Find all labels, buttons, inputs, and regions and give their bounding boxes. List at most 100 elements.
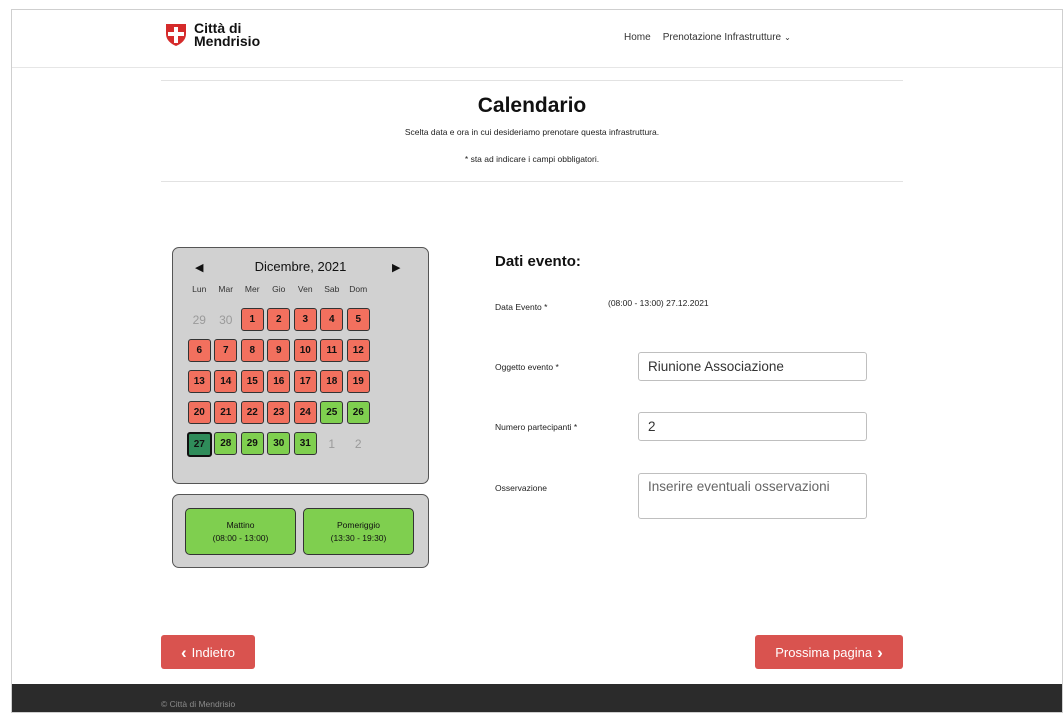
calendar-cell: 15 <box>239 370 266 401</box>
calendar-day-selected[interactable]: 27 <box>186 432 212 457</box>
calendar-weekdays: Lun Mar Mer Gio Ven Sab Dom <box>186 284 372 294</box>
calendar-cell: 2 <box>266 308 293 339</box>
calendar-day[interactable]: 9 <box>267 339 291 362</box>
shield-logo-icon <box>166 24 186 46</box>
slot-morning-time: (08:00 - 13:00) <box>212 533 269 543</box>
calendar-day[interactable]: 13 <box>187 370 211 393</box>
required-note: * sta ad indicare i campi obbligatori. <box>464 154 600 164</box>
notes-textarea[interactable] <box>638 473 867 519</box>
divider <box>161 80 903 81</box>
calendar-grid: 29 30 1 2 3 4 5 6 7 8 9 10 11 12 13 14 15 16 17 18 19 20 21 22 2… <box>186 308 372 463</box>
next-month-icon[interactable]: ▶ <box>392 261 400 274</box>
calendar-cell: 31 <box>292 432 319 463</box>
calendar-day[interactable]: 20 <box>187 401 211 424</box>
calendar-day[interactable]: 23 <box>267 401 291 424</box>
site-logo[interactable]: Città di Mendrisio <box>164 21 261 49</box>
calendar-day[interactable]: 3 <box>293 308 317 331</box>
calendar-cell: 16 <box>266 370 293 401</box>
chevron-down-icon: ⌄ <box>784 33 791 42</box>
calendar-day[interactable]: 2 <box>267 308 291 331</box>
calendar-cell: 9 <box>266 339 293 370</box>
navbar: Città di Mendrisio Home Prenotazione Inf… <box>12 10 1062 68</box>
calendar-day[interactable]: 6 <box>187 339 211 362</box>
calendar-day[interactable]: 25 <box>320 401 344 424</box>
next-button-label: Prossima pagina <box>775 644 873 660</box>
calendar-day[interactable]: 15 <box>240 370 264 393</box>
calendar-day[interactable]: 21 <box>214 401 238 424</box>
weekday-label: Ven <box>297 284 313 294</box>
weekday-label: Sab <box>324 284 340 294</box>
calendar-cell: 8 <box>239 339 266 370</box>
calendar-cell: 3 <box>292 308 319 339</box>
calendar-day[interactable]: 8 <box>240 339 264 362</box>
page-subtitle: Scelta data e ora in cui desideriamo pre… <box>404 127 660 137</box>
slot-afternoon-name: Pomeriggio <box>337 520 380 530</box>
calendar-day[interactable]: 30 <box>267 432 291 455</box>
nav-booking-label: Prenotazione Infrastrutture <box>662 32 782 43</box>
calendar-cell: 29 <box>186 308 213 339</box>
weekday-label: Dom <box>349 284 368 294</box>
logo-text: Città di Mendrisio <box>194 21 261 49</box>
calendar-day[interactable]: 31 <box>293 432 317 455</box>
calendar-cell: 21 <box>213 401 240 432</box>
calendar-cell: 19 <box>345 370 372 401</box>
calendar-header: Dicembre, 2021 ◀ ▶ <box>173 259 428 277</box>
calendar-cell: 12 <box>345 339 372 370</box>
slot-morning-name: Mattino <box>226 520 255 530</box>
calendar-day[interactable]: 28 <box>214 432 238 455</box>
back-button[interactable]: ‹ Indietro <box>161 635 255 669</box>
calendar-cell: 28 <box>213 432 240 463</box>
calendar-day[interactable]: 17 <box>293 370 317 393</box>
chevron-right-icon: › <box>877 642 883 662</box>
nav-booking-dropdown[interactable]: Prenotazione Infrastrutture ⌄ <box>663 32 791 43</box>
calendar-day[interactable]: 4 <box>320 308 344 331</box>
browser-page: Città di Mendrisio Home Prenotazione Inf… <box>11 9 1063 713</box>
notes-label: Osservazione <box>495 483 547 493</box>
footer: © Città di Mendrisio <box>12 684 1062 712</box>
next-page-button[interactable]: Prossima pagina › <box>755 635 903 669</box>
calendar-cell: 1 <box>239 308 266 339</box>
slot-afternoon-button[interactable]: Pomeriggio (13:30 - 19:30) <box>303 508 414 555</box>
calendar-cell: 30 <box>213 308 240 339</box>
back-button-label: Indietro <box>191 644 236 660</box>
calendar-day[interactable]: 7 <box>214 339 238 362</box>
weekday-label: Mer <box>244 284 260 294</box>
calendar-cell: 17 <box>292 370 319 401</box>
calendar-cell: 25 <box>319 401 346 432</box>
calendar: Dicembre, 2021 ◀ ▶ Lun Mar Mer Gio Ven Sab Dom… <box>172 247 429 484</box>
subject-input[interactable]: Riunione Associazione <box>638 352 867 381</box>
nav-home[interactable]: Home <box>624 32 651 43</box>
calendar-day[interactable]: 29 <box>240 432 264 455</box>
calendar-day[interactable]: 10 <box>293 339 317 362</box>
calendar-day[interactable]: 11 <box>320 339 344 362</box>
logo-line-2: Mendrisio <box>194 33 261 49</box>
calendar-day[interactable]: 5 <box>346 308 370 331</box>
calendar-cell: 5 <box>345 308 372 339</box>
calendar-day[interactable]: 16 <box>267 370 291 393</box>
calendar-cell: 27 <box>186 432 213 463</box>
calendar-cell: 29 <box>239 432 266 463</box>
calendar-day[interactable]: 14 <box>214 370 238 393</box>
calendar-month-label: Dicembre, 2021 <box>254 259 347 274</box>
form-title: Dati evento: <box>495 253 581 270</box>
participants-label: Numero partecipanti * <box>495 422 578 432</box>
calendar-day-outside-month: 30 <box>219 312 233 327</box>
calendar-cell: 30 <box>266 432 293 463</box>
slot-morning-button[interactable]: Mattino (08:00 - 13:00) <box>185 508 296 555</box>
calendar-day[interactable]: 12 <box>346 339 370 362</box>
calendar-day[interactable]: 22 <box>240 401 264 424</box>
calendar-cell: 6 <box>186 339 213 370</box>
calendar-day[interactable]: 1 <box>240 308 264 331</box>
participants-input[interactable]: 2 <box>638 412 867 441</box>
weekday-label: Gio <box>272 284 286 294</box>
chevron-left-icon: ‹ <box>180 642 187 662</box>
slot-afternoon-time: (13:30 - 19:30) <box>330 533 387 543</box>
calendar-cell: 10 <box>292 339 319 370</box>
calendar-day[interactable]: 18 <box>320 370 344 393</box>
calendar-day[interactable]: 19 <box>346 370 370 393</box>
nav-links: Home Prenotazione Infrastrutture ⌄ <box>624 32 791 43</box>
page-title: Calendario <box>477 94 587 117</box>
calendar-day[interactable]: 26 <box>346 401 370 424</box>
calendar-day[interactable]: 24 <box>293 401 317 424</box>
prev-month-icon[interactable]: ◀ <box>195 261 203 274</box>
